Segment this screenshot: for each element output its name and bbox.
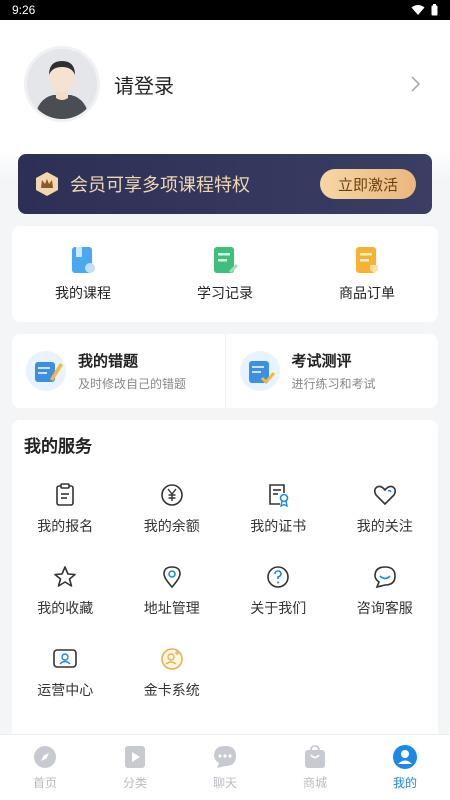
quick-study-record[interactable]: 学习记录 — [154, 226, 296, 322]
wrong-questions-entry[interactable]: 我的错题 及时修改自己的错题 — [12, 334, 225, 408]
service-label: 金卡系统 — [143, 682, 200, 698]
tab-label: 商城 — [302, 776, 327, 790]
service-certificate[interactable]: 我的证书 — [225, 482, 332, 564]
tab-home[interactable]: 首页 — [0, 735, 90, 800]
tab-label: 首页 — [32, 776, 57, 790]
vip-banner[interactable]: 会员可享多项课程特权 立即激活 — [18, 154, 432, 214]
service-label: 咨询客服 — [356, 600, 413, 616]
service-address[interactable]: 地址管理 — [119, 564, 226, 646]
service-gold-card[interactable]: 金卡系统 — [119, 646, 226, 728]
service-label: 我的报名 — [37, 518, 94, 534]
heart-icon — [373, 485, 396, 506]
profile-page: 请登录 会员可享多项课程特权 立即激活 我的课程 学习记录 商品订单 我的错题 — [0, 20, 450, 734]
service-label: 运营中心 — [37, 682, 94, 698]
operations-icon — [53, 649, 78, 668]
service-follow[interactable]: 我的关注 — [332, 482, 439, 564]
tab-category[interactable]: 分类 — [90, 735, 180, 800]
quick-my-courses[interactable]: 我的课程 — [12, 226, 154, 322]
certificate-icon — [269, 484, 289, 508]
my-services: 我的服务 我的报名 我的余额 我的证书 我的关注 我的收藏 地址管理 关于我们 … — [12, 420, 438, 734]
service-label: 关于我们 — [250, 600, 307, 616]
service-registration[interactable]: 我的报名 — [12, 482, 119, 564]
service-label: 我的关注 — [356, 518, 413, 534]
question-circle-icon — [267, 566, 290, 588]
status-icons — [411, 4, 438, 16]
login-label[interactable]: 请登录 — [114, 70, 404, 99]
service-label: 地址管理 — [143, 600, 200, 616]
services-title: 我的服务 — [24, 437, 92, 456]
crown-badge-icon — [36, 172, 58, 196]
practice-section: 我的错题 及时修改自己的错题 考试测评 进行练习和考试 — [12, 334, 438, 408]
exam-check-icon — [239, 351, 280, 391]
service-about[interactable]: 关于我们 — [225, 564, 332, 646]
avatar[interactable] — [24, 46, 100, 122]
services-grid: 我的报名 我的余额 我的证书 我的关注 我的收藏 地址管理 关于我们 咨询客服 … — [12, 482, 438, 728]
practice-title: 考试测评 — [291, 353, 352, 370]
shopping-bag-icon — [305, 745, 325, 768]
quick-orders[interactable]: 商品订单 — [296, 226, 438, 322]
compass-icon — [34, 746, 56, 768]
chevron-right-icon[interactable] — [404, 73, 426, 95]
login-row[interactable]: 请登录 — [24, 44, 426, 124]
quick-links: 我的课程 学习记录 商品订单 — [12, 226, 438, 322]
practice-subtitle: 及时修改自己的错题 — [78, 377, 187, 391]
vip-text: 会员可享多项课程特权 — [70, 175, 250, 195]
tab-label: 我的 — [392, 776, 417, 790]
tab-label: 分类 — [122, 776, 147, 790]
practice-subtitle: 进行练习和考试 — [291, 377, 376, 391]
location-pin-icon — [162, 566, 181, 589]
quick-label: 学习记录 — [197, 285, 253, 301]
user-icon — [393, 745, 417, 769]
activate-button[interactable]: 立即激活 — [320, 169, 416, 199]
service-favorites[interactable]: 我的收藏 — [12, 564, 119, 646]
tab-label: 聊天 — [212, 776, 237, 790]
service-support[interactable]: 咨询客服 — [332, 564, 439, 646]
quick-label: 商品订单 — [339, 285, 395, 301]
clipboard-icon — [56, 483, 75, 506]
battery-icon — [431, 4, 438, 16]
default-avatar-icon — [27, 49, 97, 119]
order-doc-icon — [356, 247, 378, 273]
service-balance[interactable]: 我的余额 — [119, 482, 226, 564]
play-category-icon — [125, 746, 145, 768]
status-time: 9:26 — [12, 3, 36, 17]
practice-title: 我的错题 — [78, 353, 139, 370]
service-label: 我的证书 — [250, 518, 307, 534]
service-label: 我的余额 — [143, 518, 200, 534]
bottom-tab-bar: 首页 分类 聊天 商城 我的 — [0, 734, 450, 800]
gold-card-icon — [160, 648, 183, 670]
wifi-icon — [411, 5, 425, 15]
quick-label: 我的课程 — [55, 285, 111, 301]
yen-coin-icon — [160, 484, 183, 506]
service-operations[interactable]: 运营中心 — [12, 646, 119, 728]
star-icon — [54, 566, 77, 587]
status-bar: 9:26 — [0, 0, 450, 20]
chat-bubble-icon — [214, 746, 236, 768]
record-edit-icon — [214, 247, 238, 273]
tab-chat[interactable]: 聊天 — [180, 735, 270, 800]
service-label: 我的收藏 — [37, 600, 94, 616]
exam-entry[interactable]: 考试测评 进行练习和考试 — [224, 334, 439, 408]
chat-smile-icon — [373, 566, 396, 589]
notebook-pencil-icon — [26, 351, 66, 391]
tab-mine[interactable]: 我的 — [360, 735, 450, 800]
bookmark-doc-icon — [72, 247, 95, 273]
tab-shop[interactable]: 商城 — [270, 735, 360, 800]
